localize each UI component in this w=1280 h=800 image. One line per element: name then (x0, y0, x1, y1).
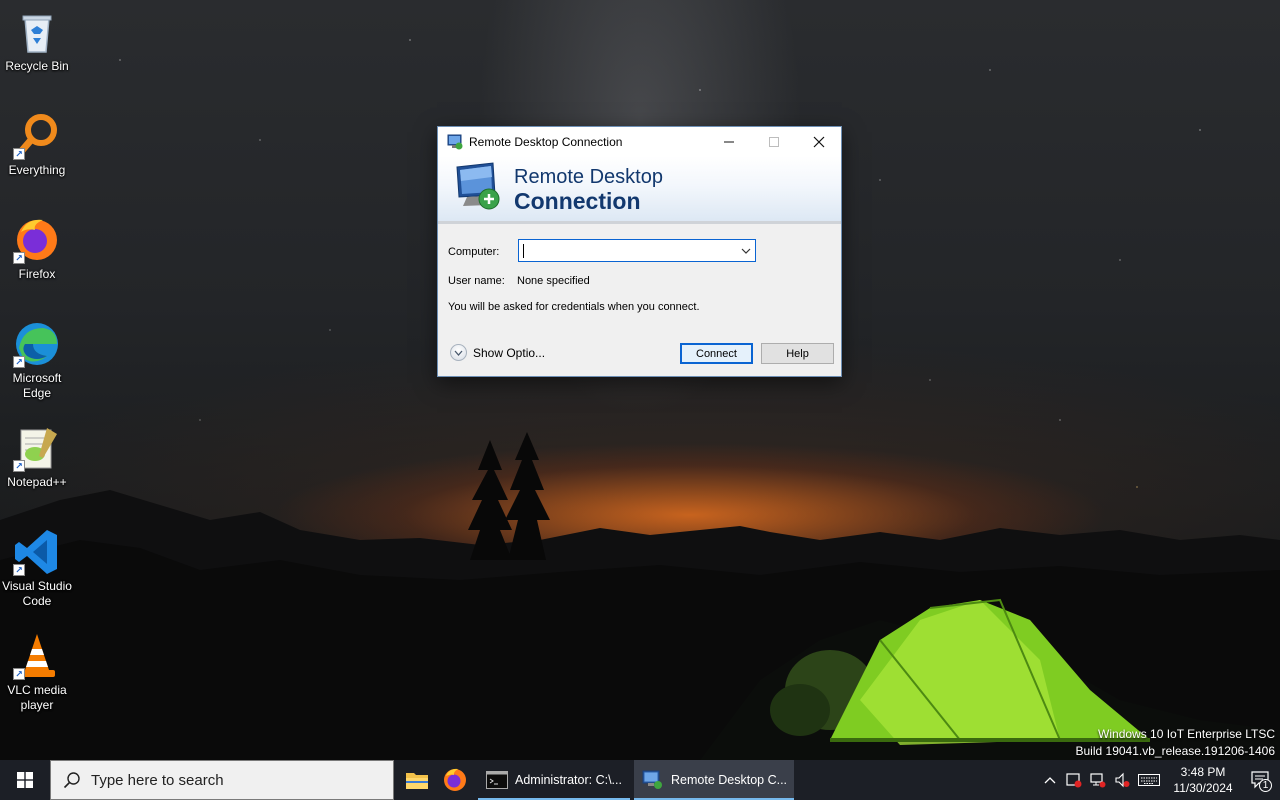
desktop-icon-vscode[interactable]: ↗ Visual Studio Code (0, 528, 74, 609)
banner-title-line1: Remote Desktop (514, 166, 663, 188)
taskbar-window-label: Remote Desktop C... (671, 773, 788, 787)
credentials-info-text: You will be asked for credentials when y… (448, 301, 700, 313)
connect-button[interactable]: Connect (680, 343, 753, 364)
desktop-icon-firefox[interactable]: ↗ Firefox (0, 216, 74, 282)
notification-count: 1 (1259, 779, 1272, 792)
banner-title-line2: Connection (514, 188, 641, 214)
rdc-window: Remote Desktop Connection Remote Desktop… (437, 126, 842, 377)
expand-chevron-icon (450, 344, 467, 361)
desktop-icon-label: Visual Studio Code (2, 579, 72, 608)
chevron-up-icon (1044, 777, 1056, 784)
taskbar: Type here to search Administrator: C:\..… (0, 760, 1280, 800)
desktop-icon-label: Microsoft Edge (12, 371, 62, 400)
rdc-body: Computer: User name: None specified You … (438, 224, 841, 378)
shortcut-arrow-icon: ↗ (13, 356, 25, 368)
start-button[interactable] (0, 760, 50, 800)
shortcut-arrow-icon: ↗ (13, 668, 25, 680)
minimize-button[interactable] (706, 127, 752, 156)
keyboard-icon (1138, 774, 1160, 786)
clock-time: 3:48 PM (1180, 765, 1226, 779)
windows-watermark: Windows 10 IoT Enterprise LTSC Build 190… (1076, 726, 1276, 760)
rdc-monitor-icon (456, 162, 500, 210)
minimize-icon (724, 141, 734, 142)
taskbar-window-label: Administrator: C:\... (515, 773, 622, 787)
desktop-icon-notepadpp[interactable]: ↗ Notepad++ (0, 424, 74, 490)
desktop-icon-label: Everything (8, 163, 66, 177)
help-button[interactable]: Help (761, 343, 834, 364)
close-icon (813, 136, 825, 147)
text-caret (523, 243, 524, 258)
recycle-bin-icon (13, 8, 61, 56)
taskbar-window-rdc[interactable]: Remote Desktop C... (634, 760, 794, 800)
cmd-icon (486, 771, 508, 789)
close-button[interactable] (796, 127, 842, 156)
vlc-icon: ↗ (13, 632, 61, 680)
rdc-banner: Remote Desktop Connection (438, 156, 841, 224)
rdc-icon (642, 770, 662, 789)
maximize-button (751, 127, 797, 156)
shortcut-arrow-icon: ↗ (13, 148, 25, 160)
desktop-icon-microsoft-edge[interactable]: ↗ Microsoft Edge (0, 320, 74, 401)
computer-label: Computer: (448, 246, 500, 258)
desktop-icon-label: VLC media player (7, 683, 67, 712)
wallpaper-landscape (0, 432, 1280, 760)
rdc-window-title: Remote Desktop Connection (469, 134, 623, 149)
vscode-icon: ↗ (13, 528, 61, 576)
taskbar-file-explorer[interactable] (398, 760, 436, 800)
folder-icon (406, 773, 428, 789)
taskbar-firefox[interactable] (436, 760, 474, 800)
rdc-title-icon (447, 134, 463, 149)
tray-volume-button[interactable] (1110, 760, 1134, 800)
desktop-wallpaper (0, 0, 1280, 760)
chevron-down-icon[interactable] (737, 240, 755, 261)
show-hidden-icons-button[interactable] (1038, 760, 1062, 800)
desktop-icon-label: Recycle Bin (5, 59, 69, 73)
desktop-icon-vlc[interactable]: ↗ VLC media player (0, 632, 74, 713)
search-placeholder: Type here to search (91, 771, 224, 789)
username-label: User name: (448, 275, 505, 287)
computer-combobox[interactable] (518, 239, 756, 262)
tray-security-icon-button[interactable] (1062, 760, 1086, 800)
system-tray: 3:48 PM 11/30/2024 1 (1038, 760, 1280, 800)
shortcut-arrow-icon: ↗ (13, 252, 25, 264)
desktop-icon-recycle-bin[interactable]: Recycle Bin (0, 8, 74, 74)
shortcut-arrow-icon: ↗ (13, 564, 25, 576)
tray-network-button[interactable] (1086, 760, 1110, 800)
windows-logo-icon (17, 772, 33, 788)
edge-icon: ↗ (13, 320, 61, 368)
username-value: None specified (517, 275, 590, 287)
taskbar-search-box[interactable]: Type here to search (50, 760, 394, 800)
notepadpp-icon: ↗ (13, 424, 61, 472)
clock-date: 11/30/2024 (1173, 781, 1233, 795)
show-options-toggle[interactable]: Show Optio... (450, 344, 545, 361)
desktop-icon-label: Notepad++ (7, 475, 67, 489)
desktop-icon-everything[interactable]: ↗ Everything (0, 112, 74, 178)
firefox-icon: ↗ (13, 216, 61, 264)
firefox-icon (444, 768, 466, 791)
watermark-edition: Windows 10 IoT Enterprise LTSC (1098, 727, 1275, 741)
volume-muted-icon (1115, 772, 1130, 788)
watermark-build: Build 19041.vb_release.191206-1406 (1075, 744, 1276, 758)
show-options-label: Show Optio... (473, 345, 546, 360)
shortcut-arrow-icon: ↗ (13, 460, 25, 472)
tray-keyboard-button[interactable] (1134, 760, 1164, 800)
desktop-icon-label: Firefox (18, 267, 56, 281)
search-icon (63, 772, 80, 789)
everything-search-icon: ↗ (13, 112, 61, 160)
maximize-icon (769, 136, 779, 147)
security-alert-icon (1066, 773, 1082, 788)
rdc-titlebar[interactable]: Remote Desktop Connection (438, 127, 841, 156)
action-center-button[interactable]: 1 (1242, 760, 1280, 800)
taskbar-clock[interactable]: 3:48 PM 11/30/2024 (1164, 764, 1242, 796)
network-disconnected-icon (1090, 773, 1106, 788)
taskbar-window-cmd[interactable]: Administrator: C:\... (478, 760, 630, 800)
